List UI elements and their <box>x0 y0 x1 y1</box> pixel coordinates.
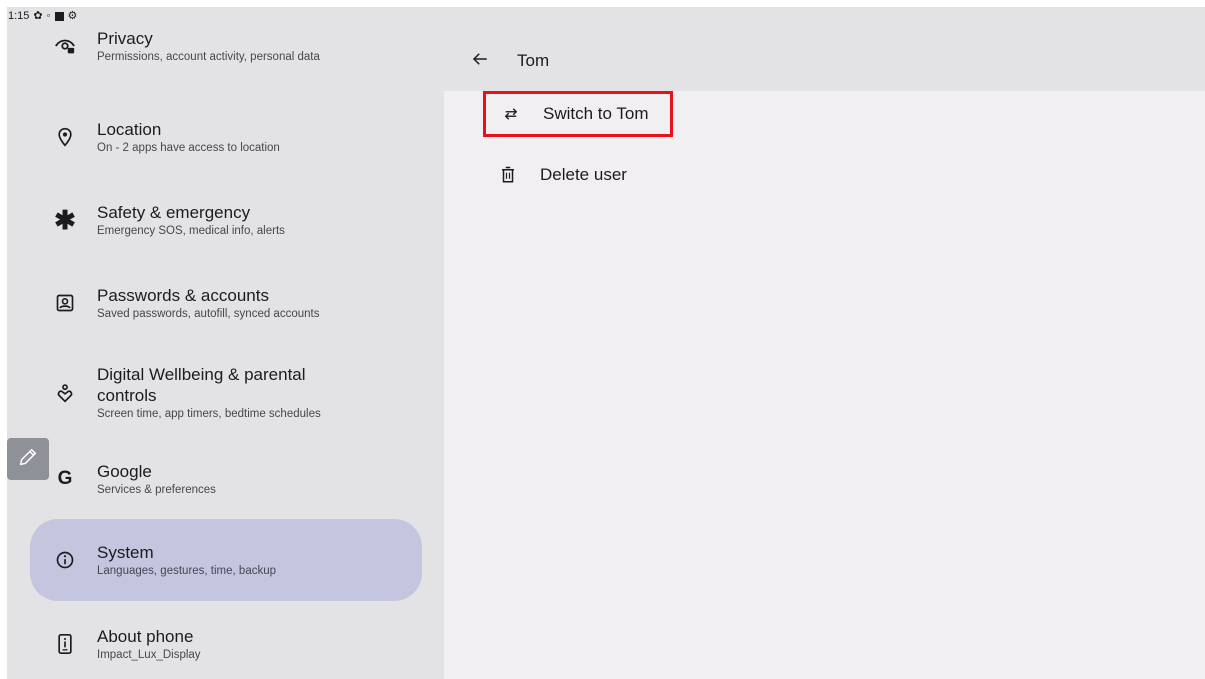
android-icon: ⚙ <box>67 9 78 22</box>
user-detail-panel: ‹·› Tom Switch to Tom Delete user <box>444 7 1205 679</box>
settings-item-subtitle: Screen time, app timers, bedtime schedul… <box>97 408 321 420</box>
settings-item-title: Google <box>97 461 152 481</box>
phone-icon <box>53 632 77 656</box>
settings-item-title: About phone <box>97 626 194 646</box>
app-bar: Tom <box>444 7 1205 91</box>
asterisk-icon: ✱ <box>54 204 76 235</box>
location-pin-icon <box>53 125 77 149</box>
settings-item-subtitle: Permissions, account activity, personal … <box>97 50 320 63</box>
settings-item-title-line2: controls <box>97 386 157 405</box>
settings-item-title-line1: Digital Wellbeing & parental <box>97 365 306 384</box>
wellbeing-icon <box>53 381 77 405</box>
settings-item-google[interactable]: G Google Services & preferences <box>30 438 422 520</box>
settings-item-passwords[interactable]: Passwords & accounts Saved passwords, au… <box>30 262 422 344</box>
info-icon <box>53 548 77 572</box>
settings-gear-icon: ✿ <box>33 9 43 22</box>
delete-user-button[interactable]: Delete user <box>483 152 683 198</box>
settings-item-digital-wellbeing[interactable]: Digital Wellbeing & parental controls Sc… <box>30 350 422 436</box>
settings-item-subtitle: Services & preferences <box>97 483 216 496</box>
settings-screen: 1:15 ✿ ◦ ⚙ Privacy Permissions, account … <box>7 7 1205 679</box>
settings-item-location[interactable]: Location On - 2 apps have access to loca… <box>30 96 422 178</box>
status-time: 1:15 <box>8 10 30 22</box>
privacy-eye-icon <box>53 34 77 58</box>
page-title: Tom <box>517 51 550 70</box>
settings-item-title: Location <box>97 119 162 139</box>
google-g-icon: G <box>57 468 73 489</box>
settings-item-system[interactable]: System Languages, gestures, time, backup <box>30 519 422 601</box>
account-box-icon <box>53 291 77 315</box>
settings-item-subtitle: Impact_Lux_Display <box>97 648 201 661</box>
switch-arrows-icon <box>500 103 522 125</box>
settings-item-privacy[interactable]: Privacy Permissions, account activity, p… <box>30 21 422 71</box>
settings-item-title: Privacy <box>97 28 153 48</box>
switch-user-button[interactable]: Switch to Tom <box>483 91 673 137</box>
back-arrow-icon[interactable] <box>468 47 492 71</box>
settings-list-panel: 1:15 ✿ ◦ ⚙ Privacy Permissions, account … <box>7 7 444 679</box>
settings-item-title: System <box>97 542 154 562</box>
settings-item-subtitle: On - 2 apps have access to location <box>97 141 280 154</box>
settings-item-title: Safety & emergency <box>97 202 251 222</box>
delete-user-label: Delete user <box>540 165 627 184</box>
settings-item-subtitle: Saved passwords, autofill, synced accoun… <box>97 307 320 320</box>
dot-icon: ◦ <box>46 9 51 22</box>
pencil-icon <box>17 446 39 473</box>
square-icon <box>54 11 64 21</box>
settings-item-safety[interactable]: ✱ Safety & emergency Emergency SOS, medi… <box>30 179 422 261</box>
edit-floating-button[interactable] <box>7 438 49 480</box>
trash-icon <box>497 164 519 186</box>
settings-item-subtitle: Languages, gestures, time, backup <box>97 564 277 577</box>
settings-item-title: Passwords & accounts <box>97 285 269 305</box>
settings-item-subtitle: Emergency SOS, medical info, alerts <box>97 224 285 237</box>
switch-user-label: Switch to Tom <box>543 104 649 123</box>
settings-item-about-phone[interactable]: About phone Impact_Lux_Display <box>30 603 422 679</box>
